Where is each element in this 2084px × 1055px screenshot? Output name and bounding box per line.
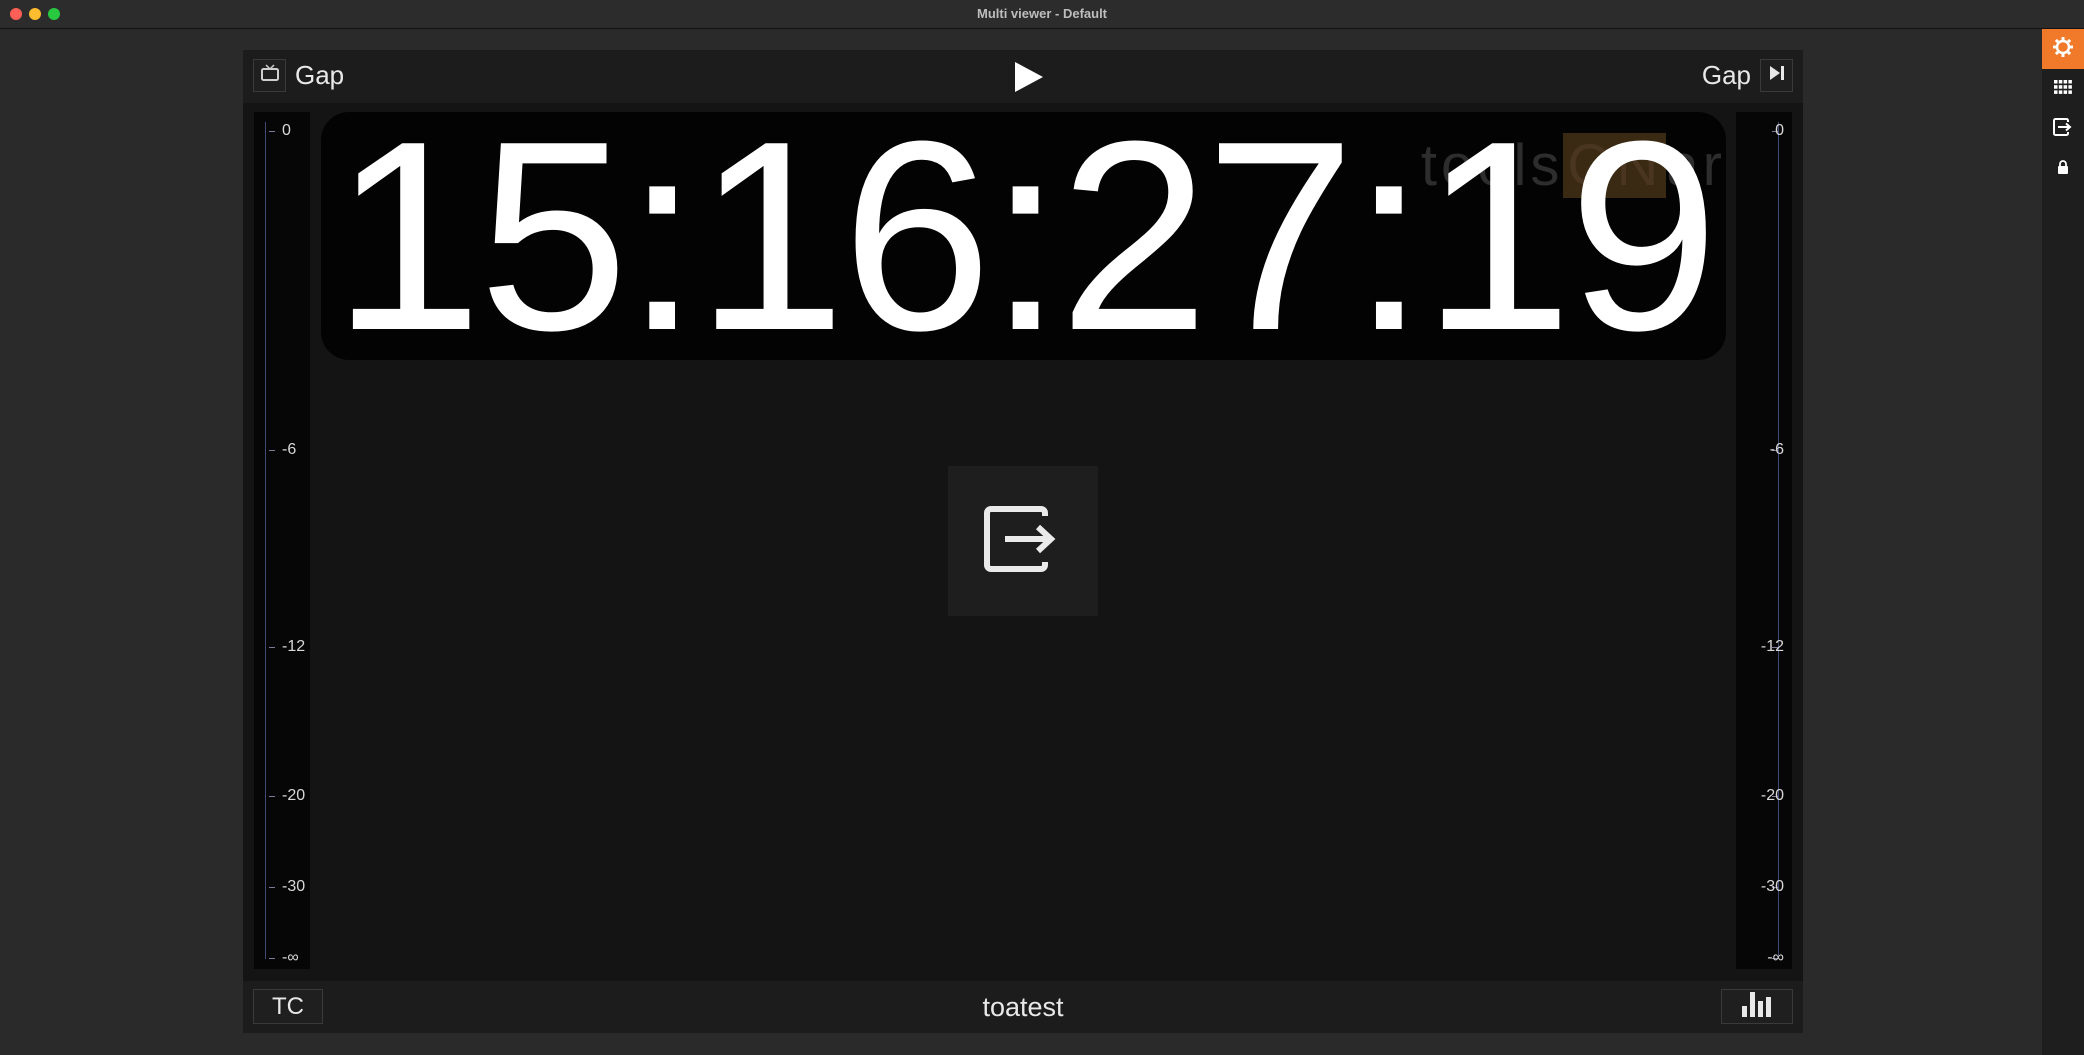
meter-label-0: 0 <box>1775 122 1784 139</box>
right-gap-label: Gap <box>1701 60 1751 90</box>
bottom-bar: TC toatest <box>243 981 1803 1033</box>
bar-chart-icon <box>1740 990 1774 1023</box>
viewer-panel: Gap Gap 0 -6 -12 -20 -30 -∞ 0 -6 -12 -20… <box>243 50 1803 1033</box>
meter-label-12: -12 <box>1760 638 1784 655</box>
meter-label-0: 0 <box>282 122 291 139</box>
lock-button[interactable] <box>2042 149 2084 189</box>
meter-label-20: -20 <box>282 787 306 804</box>
meter-scale-line <box>265 122 266 959</box>
meter-label-30: -30 <box>282 878 306 895</box>
meter-tick <box>269 450 275 451</box>
meter-label-12: -12 <box>282 638 306 655</box>
meter-label-30: -30 <box>1760 878 1784 895</box>
meter-scale-line <box>1778 122 1779 959</box>
meter-label-20: -20 <box>1760 787 1784 804</box>
meter-label-6: -6 <box>1769 441 1784 458</box>
meter-tick <box>269 131 275 132</box>
meter-tick <box>269 958 275 959</box>
title-bar: Multi viewer - Default <box>0 0 2084 29</box>
right-toolbar <box>2042 29 2084 1055</box>
right-audio-meter: 0 -6 -12 -20 -30 -∞ <box>1736 112 1792 969</box>
left-gap-label: Gap <box>295 60 345 90</box>
timecode-text: 15:16:27:19 <box>332 112 1718 360</box>
meter-label-6: -6 <box>282 441 297 458</box>
window-title: Multi viewer - Default <box>976 6 1108 21</box>
skip-next-button[interactable] <box>1760 59 1793 92</box>
top-bar: Gap Gap <box>243 50 1803 103</box>
skip-next-icon <box>1768 65 1786 86</box>
source-name: toatest <box>982 992 1064 1022</box>
grid-layout-button[interactable] <box>2042 69 2084 109</box>
gear-icon <box>2052 36 2074 63</box>
tv-icon <box>260 64 280 87</box>
grid-icon <box>2053 79 2073 100</box>
output-button[interactable] <box>948 466 1098 616</box>
meter-label-inf: -∞ <box>282 949 299 966</box>
play-icon[interactable] <box>1013 60 1045 99</box>
left-audio-meter: 0 -6 -12 -20 -30 -∞ <box>254 112 310 969</box>
meter-tick <box>269 647 275 648</box>
meter-tick <box>269 887 275 888</box>
timecode-display: toolsONar 15:16:27:19 <box>321 112 1726 360</box>
meter-label-inf: -∞ <box>1767 949 1784 966</box>
lock-icon <box>2056 159 2070 180</box>
audio-meter-button[interactable] <box>1721 989 1793 1024</box>
exit-to-app-icon <box>983 505 1063 577</box>
settings-button[interactable] <box>2042 29 2084 69</box>
source-button[interactable] <box>253 59 286 92</box>
exit-icon <box>2053 117 2073 141</box>
exit-button[interactable] <box>2042 109 2084 149</box>
meter-tick <box>269 796 275 797</box>
